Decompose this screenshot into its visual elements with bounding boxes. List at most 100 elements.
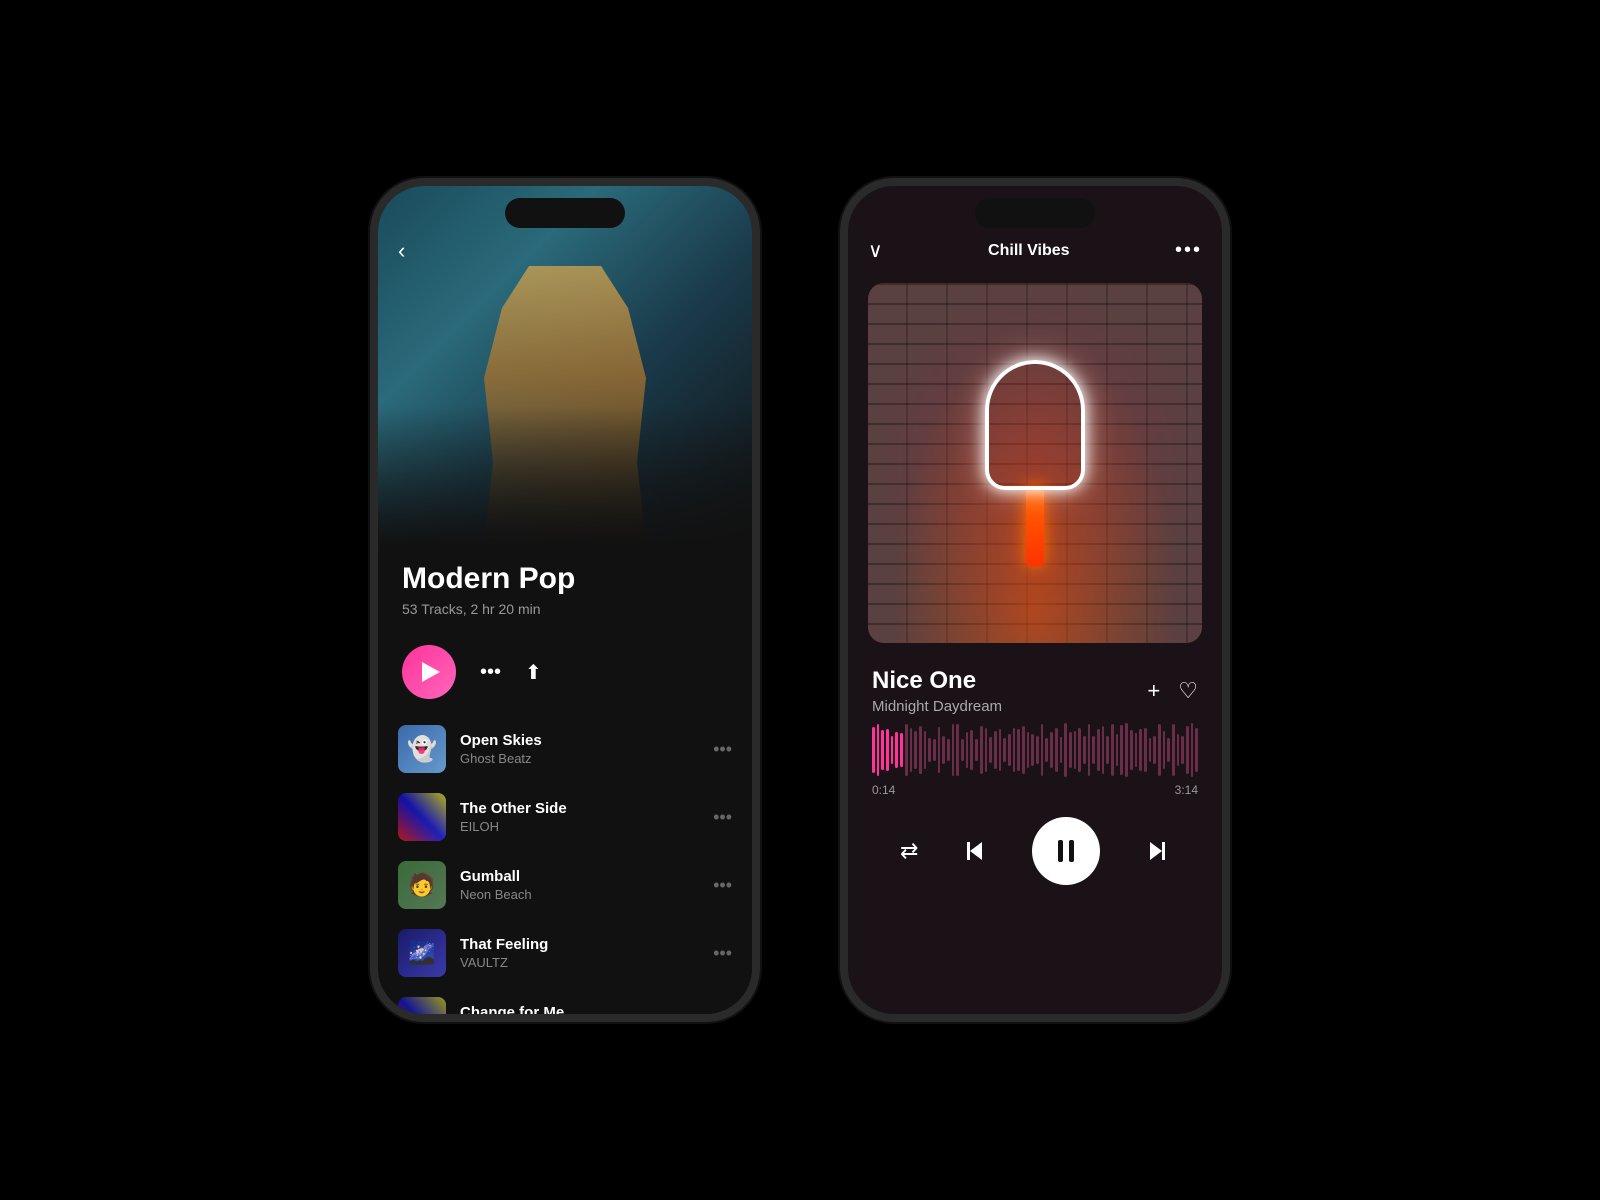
waveform-bar <box>924 731 927 769</box>
track-info: Open Skies Ghost Beatz <box>460 732 699 766</box>
gumball-thumb: 🧑 <box>398 861 446 909</box>
track-item[interactable]: 👻 Open Skies Ghost Beatz ••• <box>378 715 752 783</box>
waveform-bar <box>1017 729 1020 771</box>
popsicle-body <box>985 360 1085 490</box>
back-button[interactable]: ‹ <box>398 238 405 264</box>
track-thumbnail: 🌌 <box>398 929 446 977</box>
track-info: Change for Me EILOH <box>460 1004 699 1014</box>
waveform-bar <box>1041 724 1044 776</box>
waveform-bar <box>910 728 913 772</box>
track-artist: Neon Beach <box>460 887 699 902</box>
waveform-bar <box>975 739 978 762</box>
track-more-button[interactable]: ••• <box>713 739 732 760</box>
playlist-info: Modern Pop 53 Tracks, 2 hr 20 min <box>378 546 752 629</box>
waveform-bar <box>1153 736 1156 765</box>
waveform-bar <box>1064 723 1067 776</box>
waveform-bar <box>886 729 889 770</box>
track-item[interactable]: The Other Side EILOH ••• <box>378 783 752 851</box>
share-button[interactable]: ⬆ <box>525 660 542 685</box>
track-more-button[interactable]: ••• <box>713 807 732 828</box>
waveform-bar <box>1149 738 1152 762</box>
waveform-bar <box>1045 738 1048 761</box>
now-playing-artist: Midnight Daydream <box>872 698 1002 715</box>
track-name: Gumball <box>460 868 699 885</box>
track-list: 👻 Open Skies Ghost Beatz ••• The Other S… <box>378 715 752 1014</box>
phone-2: ∨ Chill Vibes ••• Nice One Midnight Dayd… <box>840 178 1230 1022</box>
track-artist: EILOH <box>460 819 699 834</box>
waveform-bar <box>1130 730 1133 771</box>
waveform-bar <box>1181 736 1184 765</box>
waveform-bar <box>1163 731 1166 768</box>
waveform-bar <box>1172 724 1175 775</box>
add-to-library-button[interactable]: + <box>1147 678 1160 704</box>
more-options-button[interactable]: ••• <box>480 661 501 684</box>
album-art <box>868 283 1202 643</box>
waveform-bar <box>1106 736 1109 765</box>
waveform-bar <box>952 724 955 776</box>
previous-button[interactable] <box>962 838 988 864</box>
next-button[interactable] <box>1144 838 1170 864</box>
phone-1: ‹ Modern Pop 53 Tracks, 2 hr 20 min ••• … <box>370 178 760 1022</box>
waveform-bar <box>1022 726 1025 773</box>
waveform-bar <box>1195 728 1198 773</box>
pause-icon <box>1058 840 1074 862</box>
waveform-bar <box>1135 733 1138 767</box>
playlist-title: Modern Pop <box>402 562 728 595</box>
waveform-bar <box>1027 732 1030 769</box>
track-more-button[interactable]: ••• <box>713 943 732 964</box>
track-thumbnail: 👻 <box>398 725 446 773</box>
waveform-bar <box>1003 738 1006 762</box>
waveform-bar <box>905 724 908 776</box>
header-menu-button[interactable]: ••• <box>1175 239 1202 262</box>
waveform-bar <box>1102 726 1105 775</box>
track-info-row: Nice One Midnight Daydream + ♡ <box>848 651 1222 723</box>
track-artist: VAULTZ <box>460 955 699 970</box>
favorite-button[interactable]: ♡ <box>1178 678 1198 704</box>
waveform-bar <box>1008 734 1011 766</box>
shuffle-button[interactable]: ⇄ <box>900 838 918 864</box>
waveform-bar <box>985 728 988 771</box>
track-info: That Feeling VAULTZ <box>460 936 699 970</box>
chevron-down-button[interactable]: ∨ <box>868 238 883 263</box>
waveform-bar <box>1191 723 1194 776</box>
pause-button[interactable] <box>1032 817 1100 885</box>
track-thumbnail <box>398 997 446 1014</box>
waveform-bar <box>970 730 973 769</box>
pause-bar-right <box>1069 840 1074 862</box>
waveform-bar <box>994 731 997 768</box>
play-button[interactable] <box>402 645 456 699</box>
current-time: 0:14 <box>872 783 895 797</box>
waveform-bar <box>1139 729 1142 772</box>
track-item[interactable]: Change for Me EILOH ••• <box>378 987 752 1014</box>
waveform-bar <box>1120 725 1123 775</box>
time-display: 0:14 3:14 <box>848 777 1222 807</box>
track-item[interactable]: 🧑 Gumball Neon Beach ••• <box>378 851 752 919</box>
track-actions: + ♡ <box>1147 678 1198 704</box>
waveform-bar <box>956 724 959 777</box>
track-item[interactable]: 🌌 That Feeling VAULTZ ••• <box>378 919 752 987</box>
waveform-container[interactable] <box>848 723 1222 777</box>
pause-bar-left <box>1058 840 1063 862</box>
phone2-notch <box>975 198 1095 228</box>
track-name: Open Skies <box>460 732 699 749</box>
waveform-bar <box>1092 736 1095 764</box>
neon-art-visual <box>868 283 1202 643</box>
waveform-bar <box>989 737 992 764</box>
waveform-bar <box>1069 732 1072 767</box>
waveform-bar <box>914 731 917 770</box>
total-time: 3:14 <box>1175 783 1198 797</box>
track-thumbnail: 🧑 <box>398 861 446 909</box>
waveform-bar <box>900 733 903 766</box>
track-more-button[interactable]: ••• <box>713 1011 732 1015</box>
play-icon <box>422 662 440 682</box>
track-more-button[interactable]: ••• <box>713 875 732 896</box>
change-thumb <box>398 997 446 1014</box>
waveform-bar <box>1158 724 1161 777</box>
waveform-bar <box>1074 731 1077 768</box>
waveform-bar <box>1144 728 1147 773</box>
waveform-bar <box>999 729 1002 771</box>
ghost-thumb: 👻 <box>398 725 446 773</box>
waveform-bar <box>1177 734 1180 765</box>
waveform-bar <box>1167 738 1170 762</box>
waveform-bar <box>1125 723 1128 776</box>
